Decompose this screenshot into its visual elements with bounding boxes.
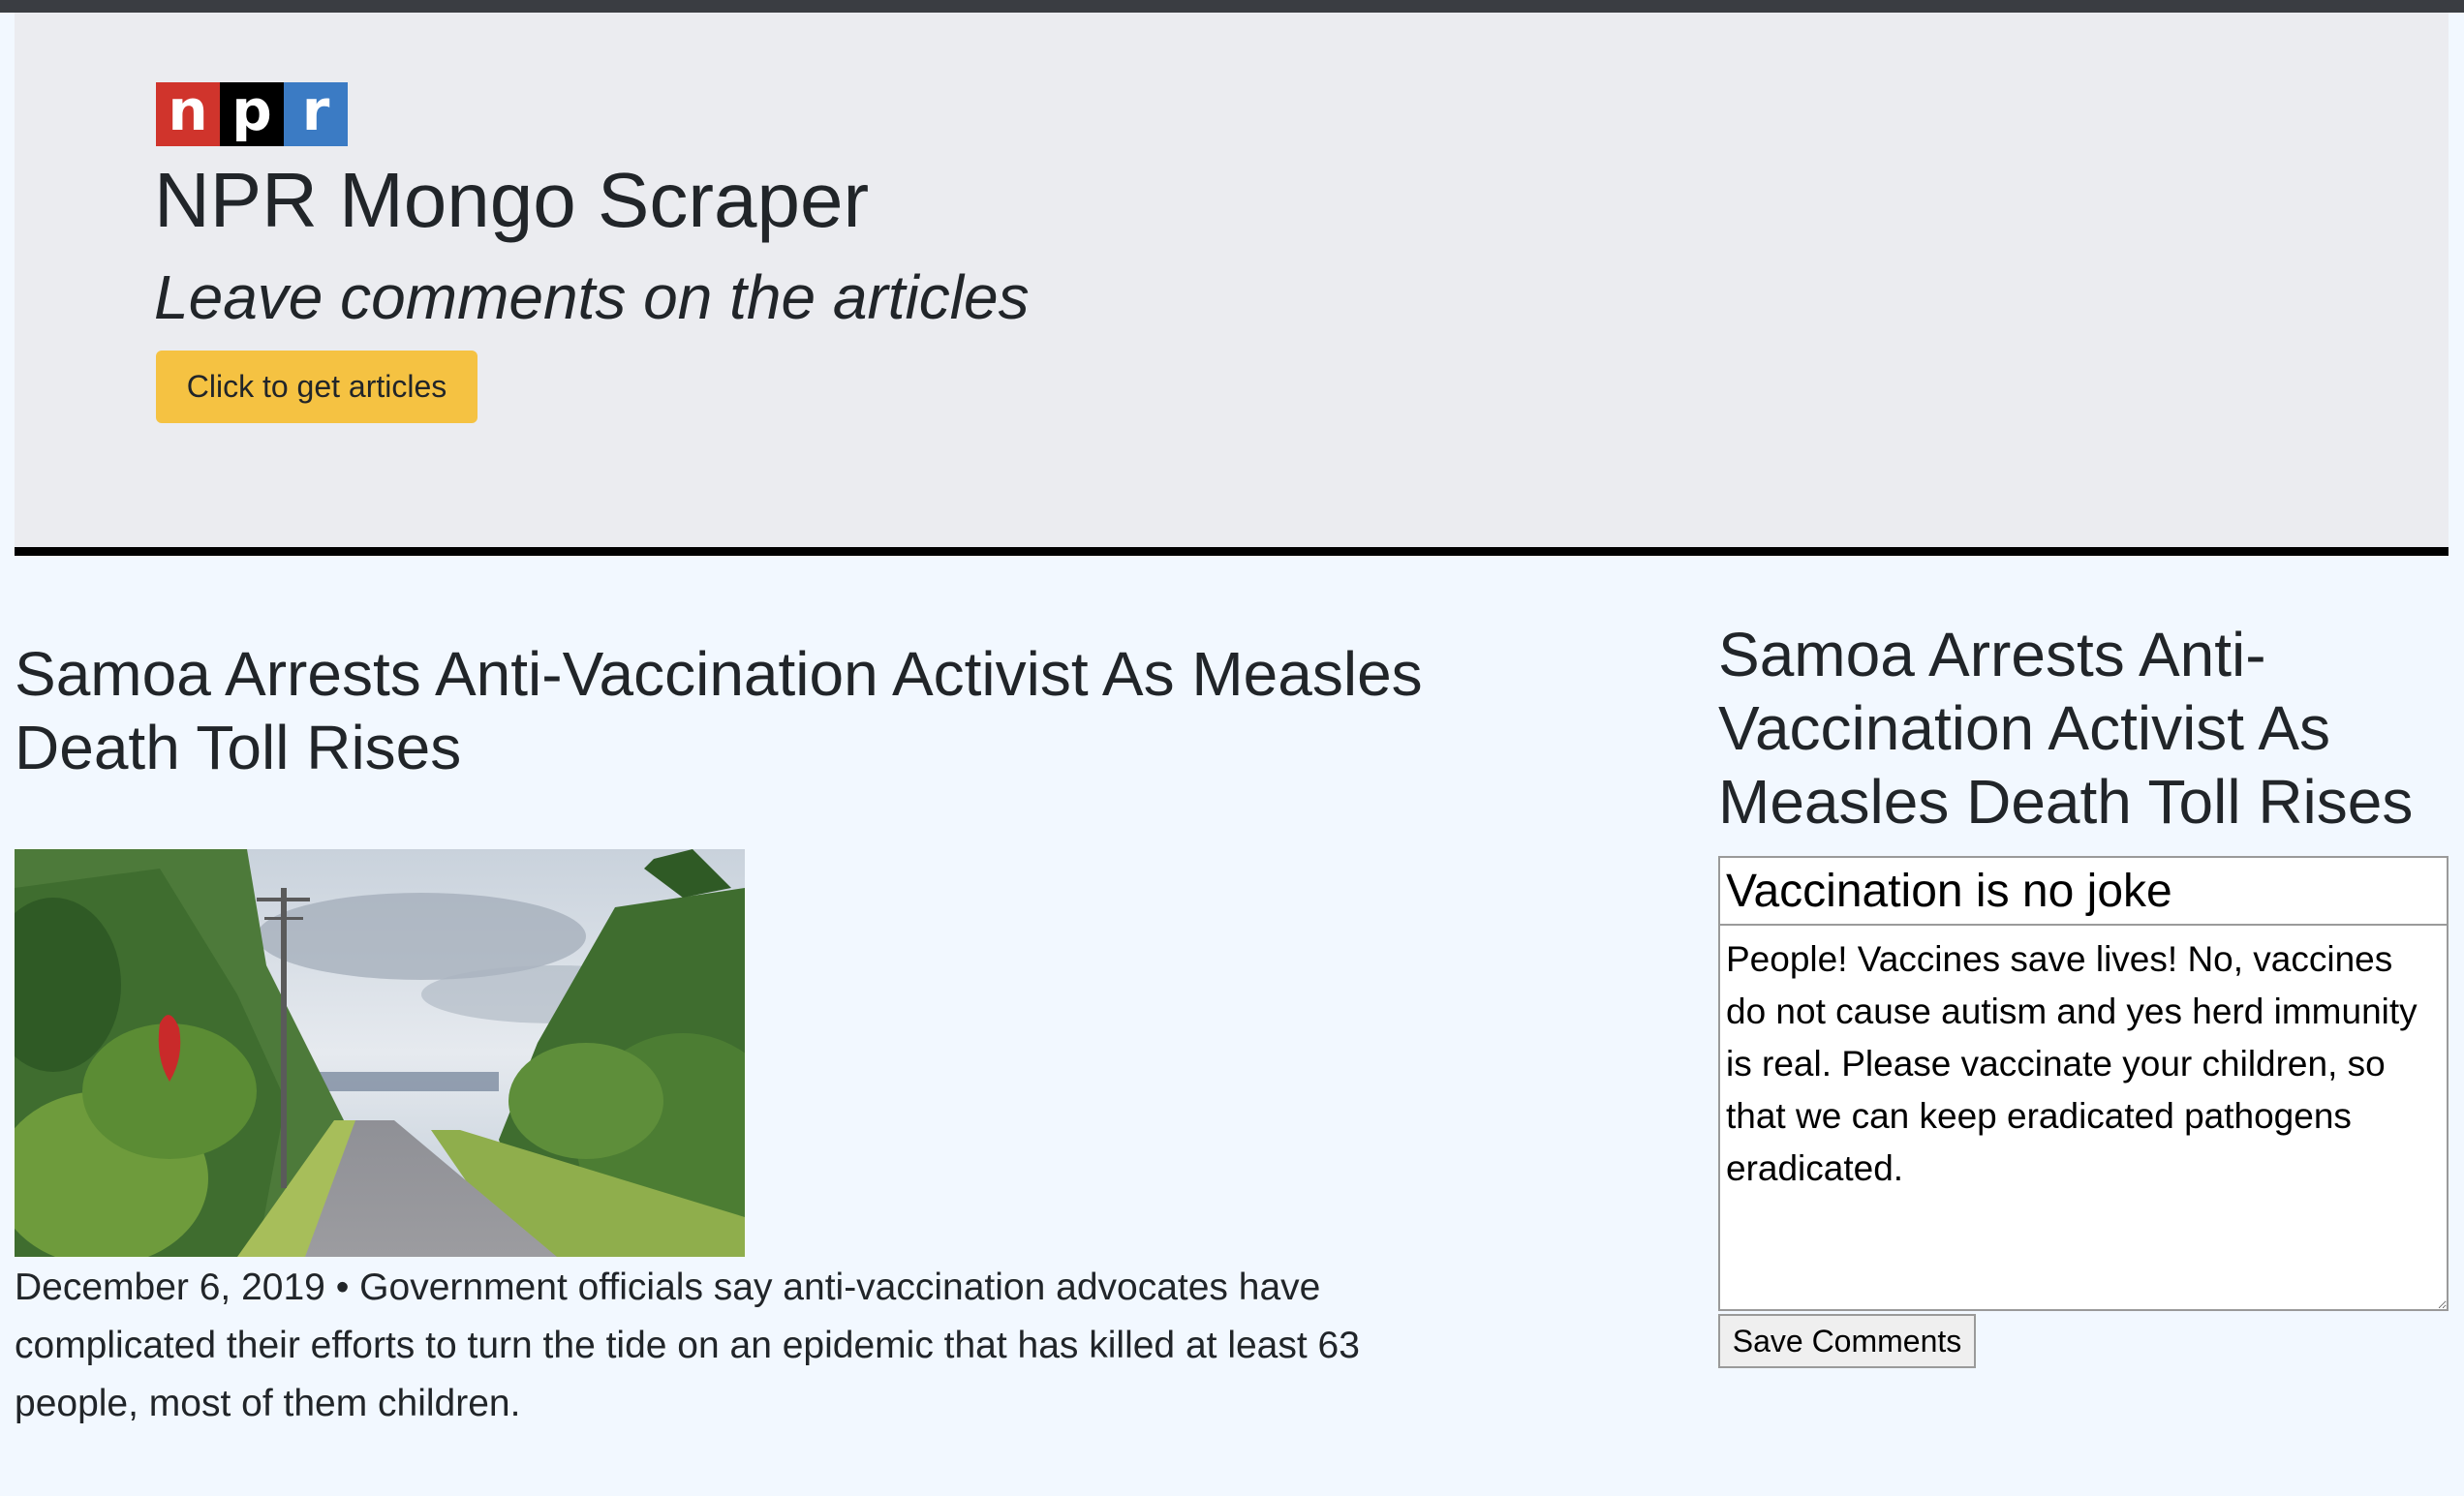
site-title: NPR Mongo Scraper (154, 157, 870, 243)
comment-title-input[interactable] (1718, 856, 2449, 926)
npr-logo: n p r (156, 82, 348, 146)
save-comments-button[interactable]: Save Comments (1718, 1314, 1976, 1368)
browser-top-bar (0, 0, 2464, 13)
site-tagline: Leave comments on the articles (154, 262, 1030, 332)
article-title[interactable]: Samoa Arrests Anti-Vaccination Activist … (15, 637, 1487, 784)
logo-letter-n: n (156, 82, 220, 146)
comment-article-title: Samoa Arrests Anti-Vaccination Activist … (1718, 620, 2414, 837)
road-photo-icon (15, 849, 745, 1257)
get-articles-button[interactable]: Click to get articles (156, 351, 477, 423)
logo-letter-p: p (220, 82, 284, 146)
header-divider (15, 547, 2449, 556)
article-summary: December 6, 2019 • Government officials … (15, 1267, 1360, 1424)
logo-letter-r: r (284, 82, 348, 146)
article-image (15, 849, 745, 1257)
comment-body-input[interactable]: People! Vaccines save lives! No, vaccine… (1718, 924, 2449, 1311)
